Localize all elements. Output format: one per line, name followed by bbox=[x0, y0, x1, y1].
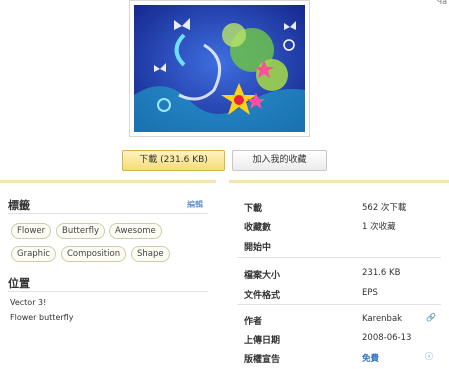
edit-tags-link[interactable]: 編輯 bbox=[187, 199, 203, 210]
tag-butterfly[interactable]: Butterfly bbox=[56, 223, 105, 239]
help-icon[interactable]: ⓘ bbox=[425, 351, 433, 362]
corner-mark: Ча bbox=[436, 0, 447, 6]
divider bbox=[237, 257, 441, 258]
flower-butterfly-artwork bbox=[134, 5, 305, 132]
tag-graphic[interactable]: Graphic bbox=[11, 246, 57, 262]
tag-flower[interactable]: Flower bbox=[11, 223, 52, 239]
divider bbox=[8, 213, 208, 214]
tags-title: 標籤 bbox=[8, 199, 30, 212]
license-value[interactable]: 免費 bbox=[362, 352, 379, 364]
downloads-value: 562 次下載 bbox=[362, 203, 407, 213]
status-label: 開始中 bbox=[244, 243, 272, 253]
license-label: 版權宣告 bbox=[244, 355, 281, 365]
download-button[interactable]: 下載 (231.6 KB) bbox=[122, 150, 225, 171]
favorites-label: 收藏數 bbox=[244, 223, 272, 233]
file-format-value: EPS bbox=[362, 288, 378, 298]
tag-shape[interactable]: Shape bbox=[131, 246, 170, 262]
tag-composition[interactable]: Composition bbox=[61, 246, 127, 262]
description-line: Flower butterfly bbox=[10, 313, 74, 322]
external-link-icon[interactable]: 🔗 bbox=[426, 313, 436, 322]
add-to-favorites-button[interactable]: 加入我的收藏 bbox=[232, 150, 327, 171]
info-panel: 下載 562 次下載 收藏數 1 次收藏 開始中 檔案大小 231.6 KB 文… bbox=[229, 180, 449, 369]
favorites-value: 1 次收藏 bbox=[362, 222, 396, 232]
author-value: Karenbak bbox=[362, 314, 403, 324]
upload-date-value: 2008-06-13 bbox=[362, 333, 412, 343]
location-title: 位置 bbox=[8, 277, 30, 290]
tag-awesome[interactable]: Awesome bbox=[109, 223, 162, 239]
file-size-label: 檔案大小 bbox=[244, 271, 281, 281]
downloads-label: 下載 bbox=[244, 204, 263, 214]
tags-panel: 標籤 編輯 Flower Butterfly Awesome Graphic C… bbox=[0, 180, 216, 369]
file-format-label: 文件格式 bbox=[244, 291, 281, 301]
upload-date-label: 上傳日期 bbox=[244, 336, 281, 346]
file-size-value: 231.6 KB bbox=[362, 268, 401, 278]
preview-image[interactable] bbox=[129, 0, 310, 137]
author-label: 作者 bbox=[244, 317, 263, 327]
divider bbox=[8, 291, 208, 292]
divider bbox=[237, 304, 441, 305]
description-line: Vector 3! bbox=[10, 298, 47, 307]
